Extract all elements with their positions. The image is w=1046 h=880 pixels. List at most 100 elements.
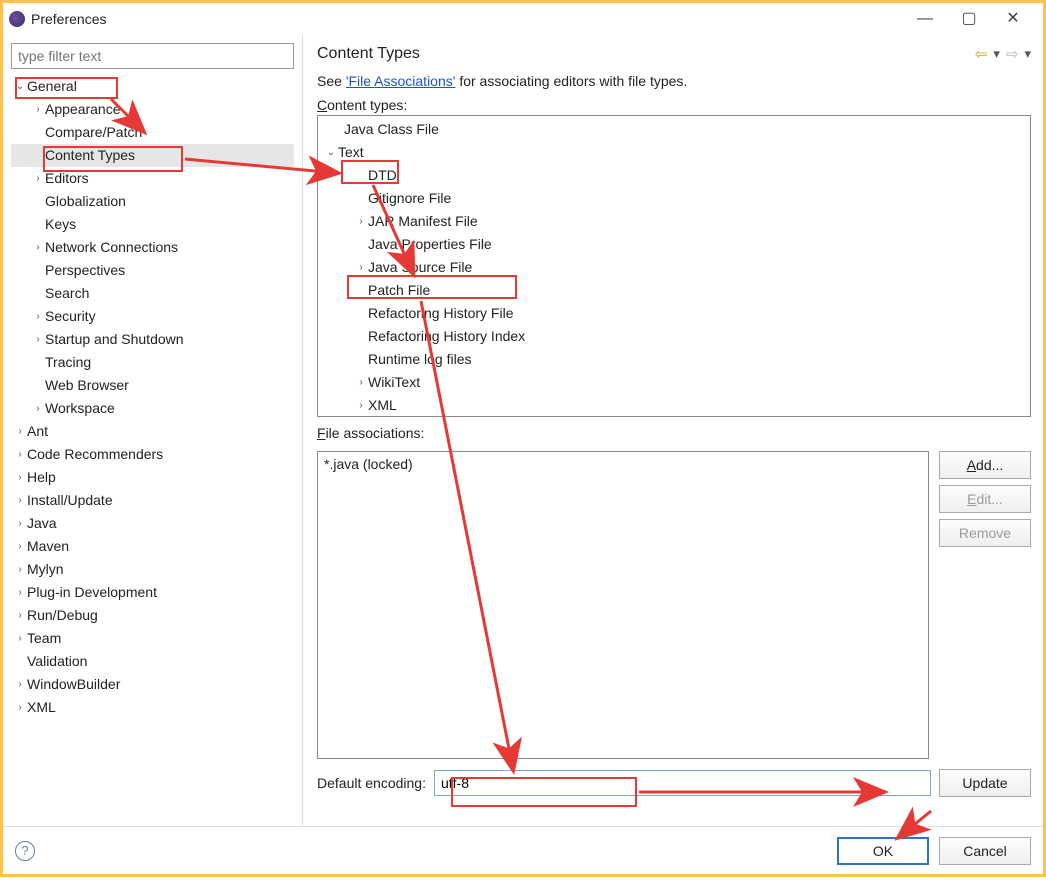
ok-button[interactable]: OK <box>837 837 929 865</box>
chevron-right-icon[interactable]: › <box>354 394 368 417</box>
chevron-right-icon[interactable]: › <box>13 627 27 650</box>
tree-item[interactable]: ·Globalization <box>11 190 294 213</box>
tree-item[interactable]: ·Compare/Patch <box>11 121 294 144</box>
content-type-item[interactable]: ·Patch File <box>318 279 1030 302</box>
tree-item[interactable]: ›Ant <box>11 420 294 443</box>
tree-item[interactable]: ›Appearance <box>11 98 294 121</box>
tree-item[interactable]: ›XML <box>11 696 294 719</box>
forward-icon[interactable]: ⇨ <box>1006 45 1019 63</box>
chevron-right-icon[interactable]: · <box>354 187 368 210</box>
chevron-right-icon[interactable]: · <box>330 118 344 141</box>
tree-item[interactable]: ·Tracing <box>11 351 294 374</box>
chevron-right-icon[interactable]: · <box>31 374 45 397</box>
chevron-right-icon[interactable]: › <box>13 489 27 512</box>
tree-item[interactable]: ›Mylyn <box>11 558 294 581</box>
content-type-item[interactable]: ›Java Source File <box>318 256 1030 279</box>
back-icon[interactable]: ⇦ <box>975 45 988 63</box>
tree-item[interactable]: ·Perspectives <box>11 259 294 282</box>
tree-item[interactable]: ⌄General <box>11 75 294 98</box>
chevron-right-icon[interactable]: › <box>13 581 27 604</box>
content-type-item[interactable]: ·Refactoring History File <box>318 302 1030 325</box>
content-type-item[interactable]: ·Gitignore File <box>318 187 1030 210</box>
chevron-right-icon[interactable]: · <box>354 348 368 371</box>
chevron-right-icon[interactable]: · <box>31 144 45 167</box>
chevron-right-icon[interactable]: › <box>31 98 45 121</box>
maximize-button[interactable]: ▢ <box>955 11 983 27</box>
chevron-right-icon[interactable]: › <box>13 604 27 627</box>
file-associations-list[interactable]: *.java (locked) <box>317 451 929 759</box>
content-types-tree[interactable]: ·Java Class File⌄Text·DTD·Gitignore File… <box>317 115 1031 417</box>
content-type-item[interactable]: ⌄Text <box>318 141 1030 164</box>
chevron-right-icon[interactable]: › <box>13 420 27 443</box>
content-type-item[interactable]: ·Java Class File <box>318 118 1030 141</box>
tree-item[interactable]: ›Network Connections <box>11 236 294 259</box>
file-association-item[interactable]: *.java (locked) <box>324 456 922 472</box>
tree-item[interactable]: ›WindowBuilder <box>11 673 294 696</box>
chevron-right-icon[interactable]: › <box>354 371 368 394</box>
tree-item[interactable]: ·Keys <box>11 213 294 236</box>
tree-item[interactable]: ›Install/Update <box>11 489 294 512</box>
chevron-right-icon[interactable]: › <box>13 558 27 581</box>
chevron-right-icon[interactable]: · <box>354 279 368 302</box>
chevron-right-icon[interactable]: › <box>31 236 45 259</box>
add-button[interactable]: Add... <box>939 451 1031 479</box>
content-type-item[interactable]: ›WikiText <box>318 371 1030 394</box>
chevron-right-icon[interactable]: · <box>31 190 45 213</box>
chevron-right-icon[interactable]: · <box>31 282 45 305</box>
chevron-right-icon[interactable]: › <box>31 167 45 190</box>
chevron-right-icon[interactable]: › <box>13 673 27 696</box>
chevron-right-icon[interactable]: › <box>31 305 45 328</box>
content-type-item[interactable]: ›XML <box>318 394 1030 417</box>
tree-item[interactable]: ›Workspace <box>11 397 294 420</box>
chevron-right-icon[interactable]: · <box>354 233 368 256</box>
file-associations-link[interactable]: 'File Associations' <box>346 73 456 89</box>
chevron-right-icon[interactable]: › <box>13 512 27 535</box>
tree-item[interactable]: ›Startup and Shutdown <box>11 328 294 351</box>
help-icon[interactable]: ? <box>15 841 35 861</box>
content-type-item[interactable]: ›JAR Manifest File <box>318 210 1030 233</box>
chevron-right-icon[interactable]: · <box>354 325 368 348</box>
tree-item[interactable]: ›Plug-in Development <box>11 581 294 604</box>
chevron-right-icon[interactable]: › <box>31 328 45 351</box>
chevron-right-icon[interactable]: · <box>31 259 45 282</box>
chevron-down-icon[interactable]: ⌄ <box>324 141 338 164</box>
tree-item[interactable]: ›Editors <box>11 167 294 190</box>
tree-item[interactable]: ›Java <box>11 512 294 535</box>
chevron-right-icon[interactable]: · <box>31 351 45 374</box>
content-type-item[interactable]: ·Refactoring History Index <box>318 325 1030 348</box>
chevron-right-icon[interactable]: › <box>354 256 368 279</box>
forward-menu-icon[interactable]: ▾ <box>1024 46 1031 62</box>
tree-item[interactable]: ›Run/Debug <box>11 604 294 627</box>
tree-item[interactable]: ›Maven <box>11 535 294 558</box>
chevron-right-icon[interactable]: › <box>354 210 368 233</box>
chevron-down-icon[interactable]: ⌄ <box>13 75 27 98</box>
chevron-right-icon[interactable]: · <box>354 164 368 187</box>
content-type-item[interactable]: ·Java Properties File <box>318 233 1030 256</box>
cancel-button[interactable]: Cancel <box>939 837 1031 865</box>
chevron-right-icon[interactable]: › <box>13 466 27 489</box>
chevron-right-icon[interactable]: · <box>354 302 368 325</box>
chevron-right-icon[interactable]: › <box>13 696 27 719</box>
filter-input[interactable] <box>11 43 294 69</box>
content-type-item[interactable]: ·DTD <box>318 164 1030 187</box>
tree-item[interactable]: ›Security <box>11 305 294 328</box>
tree-item[interactable]: ·Search <box>11 282 294 305</box>
chevron-right-icon[interactable]: · <box>31 121 45 144</box>
tree-item[interactable]: ›Team <box>11 627 294 650</box>
tree-item[interactable]: ·Content Types <box>11 144 294 167</box>
content-type-item[interactable]: ·Runtime log files <box>318 348 1030 371</box>
tree-item[interactable]: ›Code Recommenders <box>11 443 294 466</box>
chevron-right-icon[interactable]: › <box>13 535 27 558</box>
default-encoding-input[interactable] <box>434 770 931 796</box>
minimize-button[interactable]: — <box>911 11 939 27</box>
preferences-tree[interactable]: ⌄General›Appearance·Compare/Patch·Conten… <box>11 75 294 818</box>
chevron-right-icon[interactable]: · <box>31 213 45 236</box>
update-button[interactable]: Update <box>939 769 1031 797</box>
back-menu-icon[interactable]: ▾ <box>993 46 1000 62</box>
tree-item[interactable]: ·Web Browser <box>11 374 294 397</box>
close-button[interactable]: ✕ <box>999 11 1027 27</box>
chevron-right-icon[interactable]: › <box>13 443 27 466</box>
chevron-right-icon[interactable]: › <box>31 397 45 420</box>
chevron-right-icon[interactable]: · <box>13 650 27 673</box>
tree-item[interactable]: ›Help <box>11 466 294 489</box>
